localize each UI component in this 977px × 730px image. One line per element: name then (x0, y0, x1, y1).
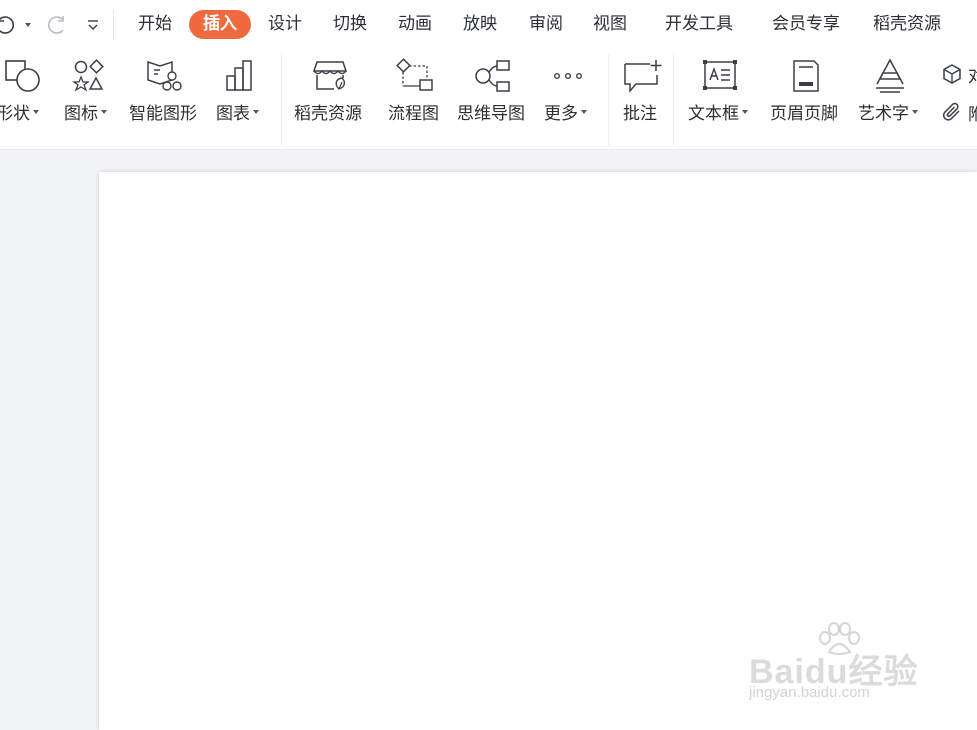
chevron-down-icon (742, 110, 748, 114)
tab-slideshow[interactable]: 放映 (463, 10, 497, 39)
undo-dropdown-button[interactable] (22, 12, 31, 38)
flowchart-icon (396, 58, 434, 94)
cube-icon (943, 64, 961, 84)
tab-developer-tools[interactable]: 开发工具 (665, 10, 733, 39)
attachment-button[interactable]: 附 (940, 99, 977, 125)
bar-chart-icon (224, 58, 256, 94)
watermark-url: jingyan.baidu.com (749, 684, 870, 701)
divider (113, 10, 114, 40)
textbox-icon (702, 58, 740, 94)
chevron-down-icon (101, 110, 107, 114)
chevron-down-icon (912, 110, 918, 114)
mindmap-label: 思维导图 (457, 104, 525, 124)
mindmap-icon (473, 58, 513, 94)
chart-button[interactable]: 图表 (212, 50, 272, 150)
header-footer-button[interactable]: 页眉页脚 (766, 50, 848, 150)
shape-button[interactable]: 形状 (0, 50, 50, 150)
flowchart-button[interactable]: 流程图 (384, 50, 448, 150)
flowchart-label: 流程图 (388, 104, 439, 124)
icons-icon (72, 58, 106, 92)
tab-member[interactable]: 会员专享 (772, 10, 840, 39)
watermark: Baidu经验 jingyan.baidu.com (745, 622, 925, 712)
comment-button[interactable]: 批注 (616, 50, 668, 150)
chevron-down-icon (25, 23, 31, 27)
tab-transition[interactable]: 切换 (333, 10, 367, 39)
textbox-label: 文本框 (688, 104, 739, 124)
docer-resource-label: 稻壳资源 (294, 104, 362, 124)
divider (673, 54, 674, 146)
header-footer-label: 页眉页脚 (770, 104, 838, 124)
wordart-label: 艺术字 (858, 104, 909, 124)
icon-label: 图标 (64, 104, 98, 124)
customize-icon (88, 20, 98, 30)
paperclip-icon (942, 102, 960, 121)
undo-button[interactable] (0, 12, 16, 38)
more-icon (553, 58, 585, 94)
mindmap-button[interactable]: 思维导图 (455, 50, 535, 150)
menu-tab-bar: 开始 插入 设计 切换 动画 放映 审阅 视图 开发工具 会员专享 稻壳资源 (0, 0, 977, 50)
object-button[interactable]: 对 (940, 61, 977, 87)
more-button[interactable]: 更多 (540, 50, 598, 150)
comment-label: 批注 (623, 104, 657, 124)
chart-label: 图表 (216, 104, 250, 124)
quick-access-customize-button[interactable] (85, 12, 101, 38)
chevron-down-icon (33, 110, 39, 114)
tab-start[interactable]: 开始 (138, 10, 172, 39)
comment-icon (622, 58, 662, 96)
more-label: 更多 (544, 104, 578, 124)
chevron-down-icon (253, 110, 259, 114)
tab-review[interactable]: 审阅 (529, 10, 563, 39)
tab-animation[interactable]: 动画 (398, 10, 432, 39)
header-footer-icon (790, 58, 822, 94)
divider (281, 54, 282, 146)
smartart-button[interactable]: 智能图形 (126, 50, 206, 150)
tab-design[interactable]: 设计 (268, 10, 302, 39)
object-label: 对 (968, 66, 977, 87)
docer-resource-button[interactable]: 稻壳资源 (290, 50, 372, 150)
shape-label: 形状 (0, 104, 30, 124)
textbox-button[interactable]: 文本框 (684, 50, 758, 150)
insert-ribbon: 形状 图标 智能图形 图表 稻壳资源 流程图 思维导图 更多 批注 文本框 页眉… (0, 50, 977, 150)
tab-docer[interactable]: 稻壳资源 (873, 10, 941, 39)
tab-insert[interactable]: 插入 (189, 10, 251, 39)
shape-icon (4, 58, 42, 94)
smartart-icon (146, 58, 186, 94)
wordart-button[interactable]: 艺术字 (854, 50, 928, 150)
undo-icon (0, 16, 14, 34)
redo-button[interactable] (46, 12, 68, 38)
smartart-label: 智能图形 (129, 104, 197, 124)
redo-icon (48, 16, 64, 34)
store-icon (312, 58, 350, 94)
tab-view[interactable]: 视图 (593, 10, 627, 39)
wordart-icon (874, 58, 910, 96)
chevron-down-icon (581, 110, 587, 114)
divider (608, 54, 609, 146)
icon-library-button[interactable]: 图标 (60, 50, 116, 150)
attachment-label: 附 (968, 104, 977, 125)
